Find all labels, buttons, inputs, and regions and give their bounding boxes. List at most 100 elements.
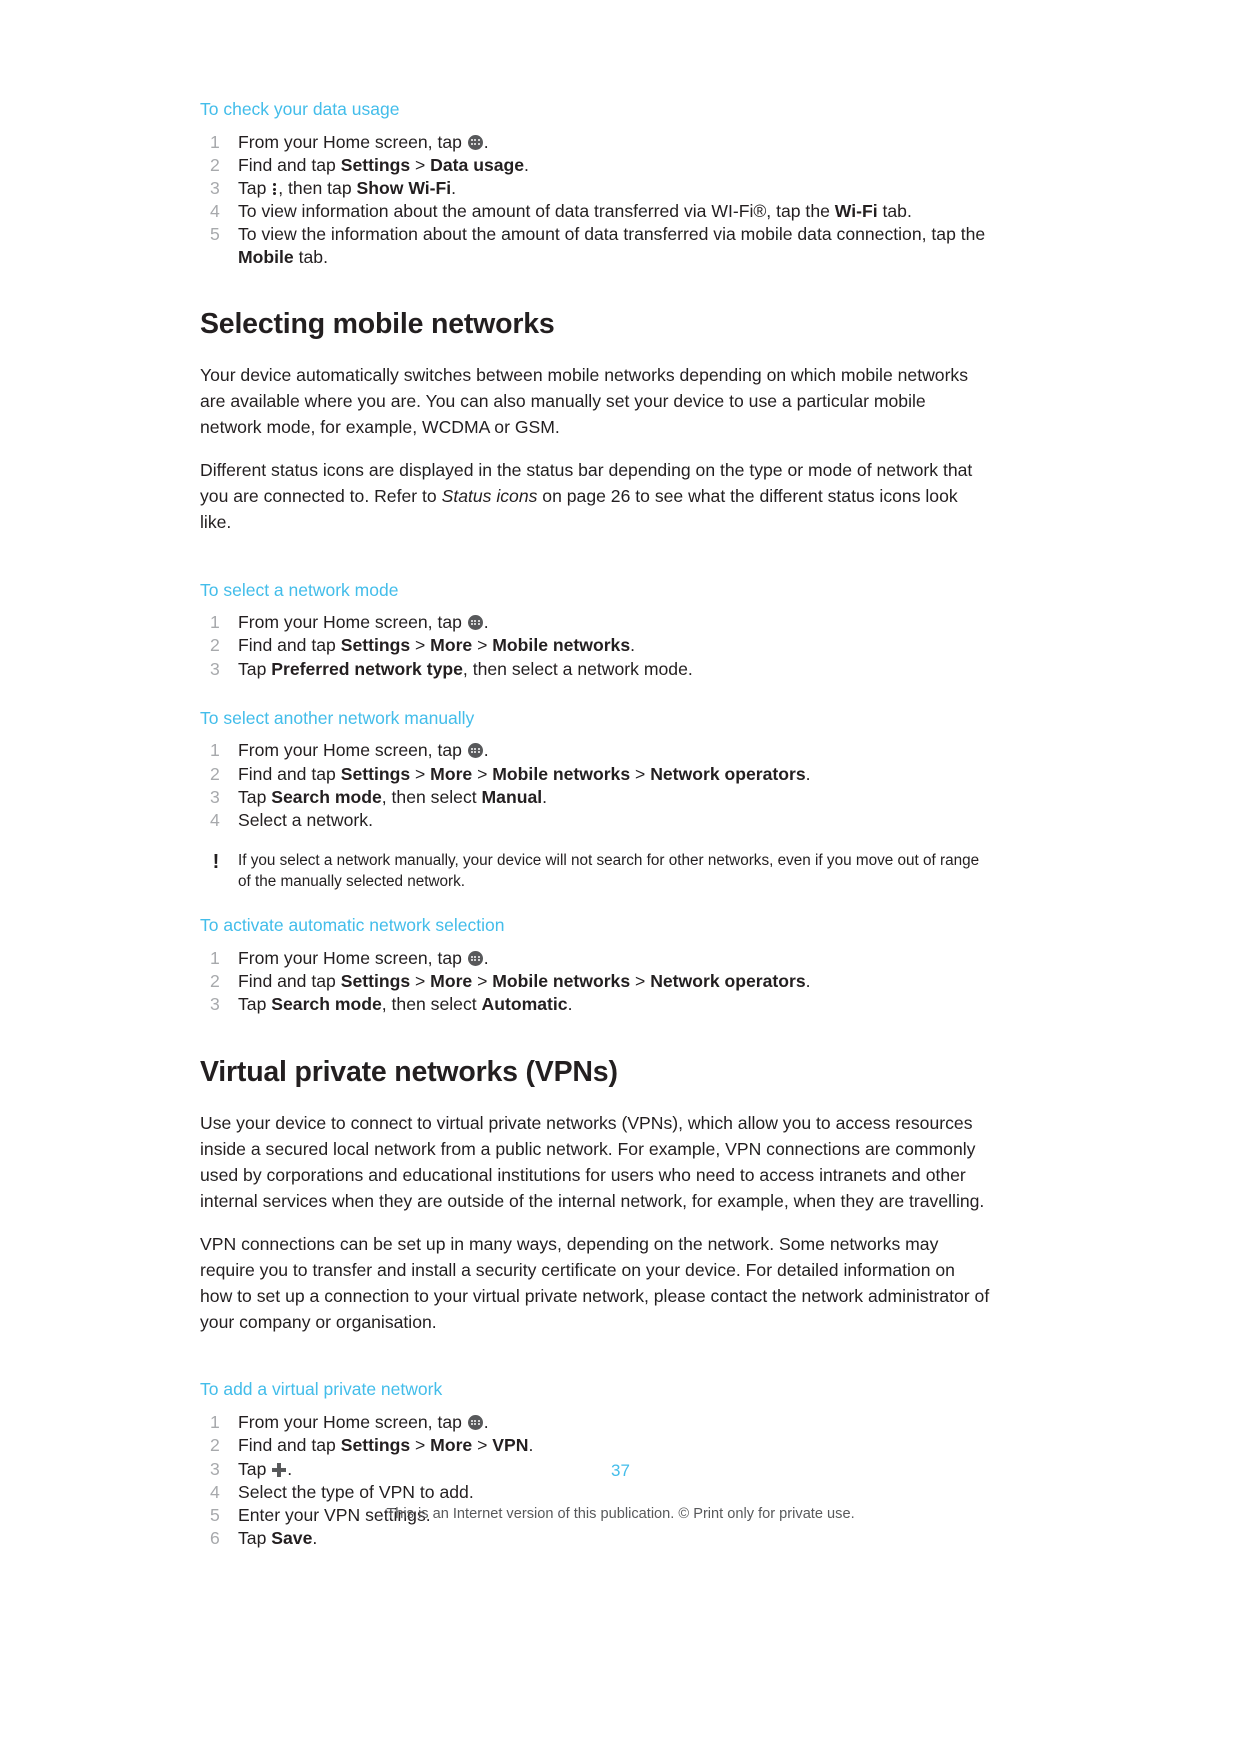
step-item: Find and tap Settings > More > Mobile ne… (200, 634, 990, 656)
step-separator: > (410, 635, 431, 656)
step-text-post: . (528, 1435, 534, 1456)
step-separator: > (410, 154, 431, 175)
step-separator: , then tap (278, 178, 357, 199)
step-separator: > (410, 763, 431, 784)
step-item: From your Home screen, tap . (200, 739, 990, 761)
step-text-post: . (630, 635, 636, 656)
warning-note-text: If you select a network manually, your d… (238, 852, 980, 890)
step-text-pre: Find and tap (238, 763, 341, 784)
apps-icon (467, 134, 483, 150)
page-number: 37 (611, 1461, 630, 1480)
step-text-post: . (805, 763, 811, 784)
step-text-pre: From your Home screen, tap (238, 948, 467, 969)
step-item: Select a network. (200, 809, 990, 831)
ui-label-network-operators: Network operators (650, 763, 806, 784)
ui-label-mobile-tab: Mobile (238, 246, 294, 267)
step-text-pre: Select a network. (238, 809, 373, 830)
step-text-post: . (451, 178, 457, 199)
step-item: Tap Preferred network type, then select … (200, 658, 990, 680)
step-text-pre: Tap (238, 178, 272, 199)
procedure-select-network-mode: To select a network mode From your Home … (200, 579, 990, 680)
step-separator: > (410, 971, 431, 992)
page-heading-selecting-mobile-networks: Selecting mobile networks (200, 307, 555, 340)
step-item: Find and tap Settings > More > VPN. (200, 1434, 990, 1456)
step-text-post: . (483, 131, 489, 152)
step-separator: > (630, 763, 651, 784)
step-text-post: tab. (877, 201, 912, 222)
ui-label-save: Save (271, 1528, 313, 1548)
document-page: To check your data usage From your Home … (0, 0, 1241, 1754)
procedure-title: To select a network mode (200, 579, 399, 600)
step-item: Select the type of VPN to add. (200, 1481, 990, 1503)
step-text-post: . (542, 786, 548, 807)
ui-label-show-wifi: Show Wi-Fi (356, 178, 452, 199)
ui-label-more: More (430, 635, 473, 656)
warning-note: ! If you select a network manually, your… (200, 851, 990, 892)
step-separator: > (630, 971, 651, 992)
step-text-post: . (483, 612, 489, 633)
step-text-pre: Tap (238, 994, 272, 1015)
ui-label-settings: Settings (340, 763, 411, 784)
apps-icon (467, 743, 483, 759)
ui-label-mobile-networks: Mobile networks (492, 971, 631, 992)
procedure-steps: From your Home screen, tap . Find and ta… (200, 611, 990, 680)
procedure-select-network-manually: To select another network manually From … (200, 707, 990, 893)
cross-reference-status-icons: Status icons (441, 486, 538, 507)
step-text-pre: Find and tap (238, 1435, 341, 1456)
step-text-post: . (312, 1528, 318, 1548)
procedure-check-data-usage: To check your data usage From your Home … (200, 98, 990, 268)
procedure-steps: From your Home screen, tap . Find and ta… (200, 947, 990, 1016)
ui-label-search-mode: Search mode (271, 786, 382, 807)
step-text-pre: Tap (238, 658, 272, 679)
ui-label-settings: Settings (340, 1435, 411, 1456)
step-text-pre: From your Home screen, tap (238, 740, 467, 761)
step-item: Tap Save. (200, 1527, 990, 1549)
ui-label-settings: Settings (340, 971, 411, 992)
procedure-steps: From your Home screen, tap . Find and ta… (200, 131, 990, 268)
step-separator: > (410, 1435, 431, 1456)
step-item: Tap Search mode, then select Automatic. (200, 993, 990, 1015)
step-separator: > (472, 763, 493, 784)
footer-copyright-note: This is an Internet version of this publ… (386, 1506, 855, 1522)
step-text-post: . (524, 154, 529, 175)
step-text-post: . (483, 740, 489, 761)
step-text-pre: Tap (238, 786, 272, 807)
ui-label-manual: Manual (481, 786, 543, 807)
step-text-pre: Find and tap (238, 971, 341, 992)
step-item: From your Home screen, tap . (200, 1411, 990, 1433)
step-item: Find and tap Settings > More > Mobile ne… (200, 763, 990, 785)
ui-label-mobile-networks: Mobile networks (492, 635, 631, 656)
step-separator: , then select (381, 994, 482, 1015)
overflow-menu-icon (272, 181, 277, 196)
step-separator: > (472, 971, 493, 992)
step-text-pre: Find and tap (238, 154, 341, 175)
step-text-pre: From your Home screen, tap (238, 612, 467, 633)
procedure-title: To select another network manually (200, 707, 475, 728)
step-text-pre: Select the type of VPN to add. (238, 1481, 474, 1502)
procedure-title: To add a virtual private network (200, 1379, 443, 1400)
procedure-title: To check your data usage (200, 99, 400, 119)
apps-icon (467, 951, 483, 967)
ui-label-settings: Settings (340, 635, 411, 656)
step-item: Find and tap Settings > Data usage. (200, 154, 990, 176)
ui-label-more: More (430, 1435, 473, 1456)
step-text-pre: Tap (238, 1528, 272, 1548)
step-text-post: . (567, 994, 573, 1015)
ui-label-more: More (430, 763, 473, 784)
ui-label-data-usage: Data usage (430, 154, 525, 175)
section-paragraph-with-reference: Different status icons are displayed in … (200, 457, 990, 535)
step-item: To view the information about the amount… (200, 223, 990, 267)
ui-label-more: More (430, 971, 473, 992)
ui-label-automatic: Automatic (481, 994, 568, 1015)
step-text-pre: From your Home screen, tap (238, 131, 467, 152)
ui-label-mobile-networks: Mobile networks (492, 763, 631, 784)
step-text-post: . (483, 1412, 489, 1433)
section-paragraph: Use your device to connect to virtual pr… (200, 1113, 985, 1212)
step-text-post: tab. (293, 246, 328, 267)
ui-label-network-operators: Network operators (650, 971, 806, 992)
step-text-pre: To view information about the amount of … (238, 201, 835, 222)
